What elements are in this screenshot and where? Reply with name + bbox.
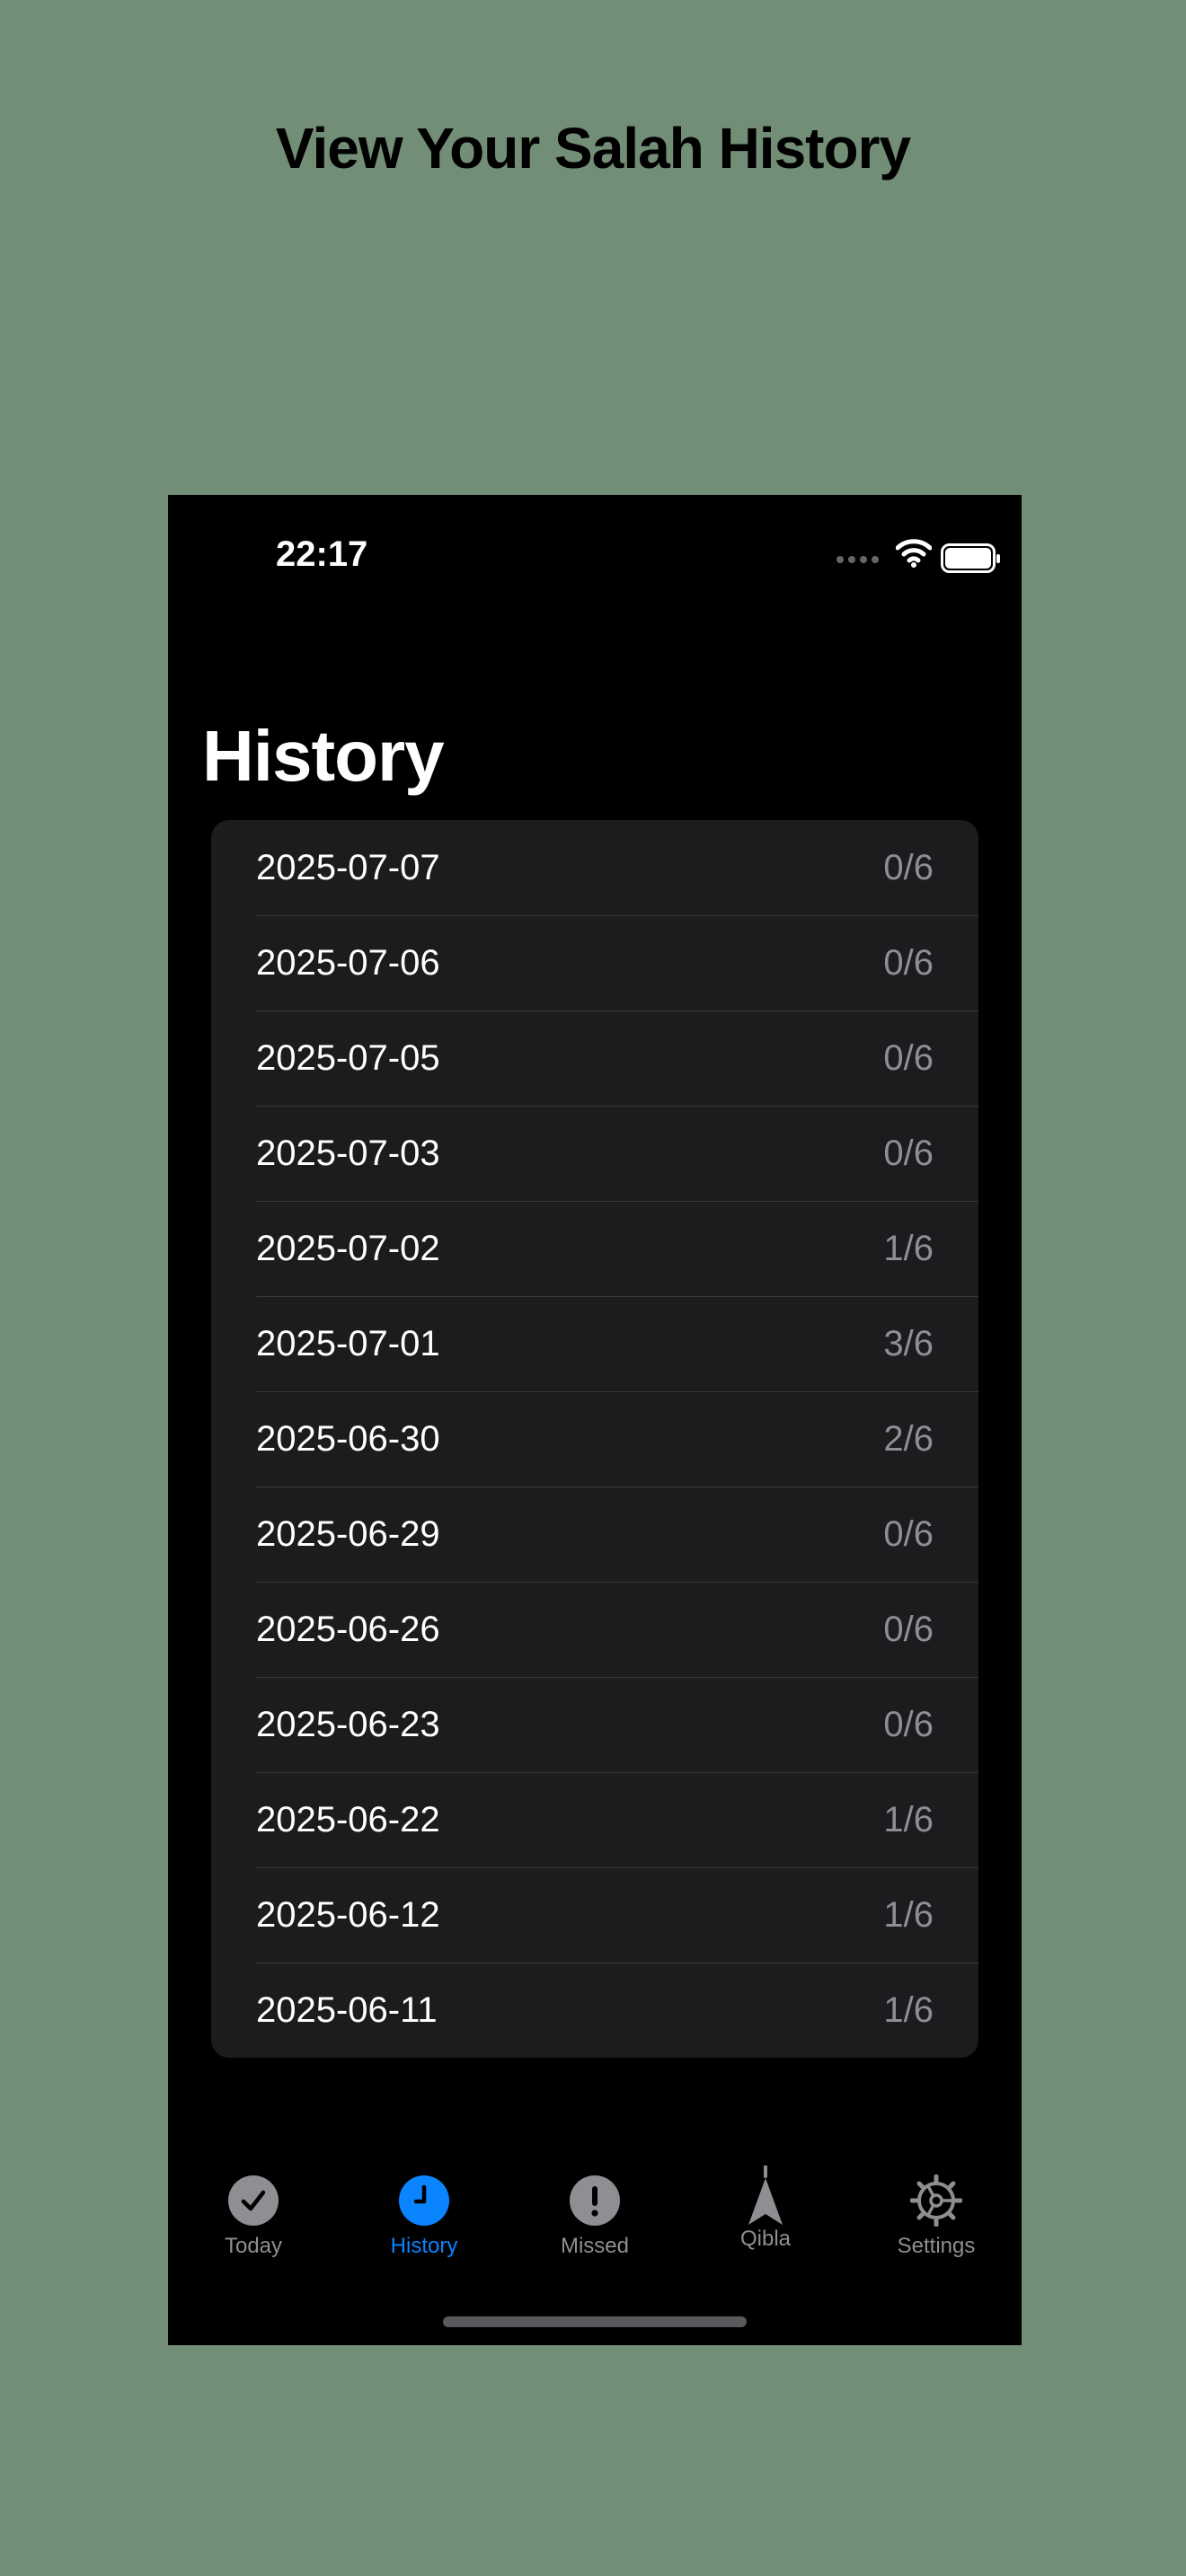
clock-icon — [399, 2175, 449, 2226]
tab-qibla[interactable]: Qibla — [680, 2166, 851, 2273]
history-count: 3/6 — [883, 1323, 934, 1363]
status-time: 22:17 — [276, 534, 368, 574]
history-date: 2025-07-07 — [256, 847, 440, 887]
phone-screen: 22:17 History 2025-07-07 0/6 2025-07-06 0/… — [168, 495, 1022, 2345]
history-count: 0/6 — [883, 1609, 934, 1649]
history-date: 2025-06-22 — [256, 1799, 440, 1839]
checkmark-circle-icon — [228, 2175, 279, 2226]
tab-history[interactable]: History — [339, 2166, 509, 2273]
history-list: 2025-07-07 0/6 2025-07-06 0/6 2025-07-05 0/… — [211, 820, 978, 2058]
tab-today[interactable]: Today — [168, 2166, 339, 2273]
history-row[interactable]: 2025-06-23 0/6 — [211, 1677, 978, 1772]
battery-icon — [941, 543, 1000, 573]
history-count: 0/6 — [883, 942, 934, 983]
history-row[interactable]: 2025-07-06 0/6 — [211, 915, 978, 1010]
wifi-icon — [896, 539, 932, 568]
history-date: 2025-06-30 — [256, 1418, 440, 1459]
history-row[interactable]: 2025-07-07 0/6 — [211, 820, 978, 915]
history-date: 2025-07-05 — [256, 1037, 440, 1078]
tab-label: Today — [224, 2234, 283, 2258]
history-row[interactable]: 2025-06-30 2/6 — [211, 1391, 978, 1486]
history-count: 0/6 — [883, 847, 934, 887]
tab-label: History — [390, 2234, 458, 2258]
history-date: 2025-07-06 — [256, 942, 440, 983]
history-row[interactable]: 2025-07-01 3/6 — [211, 1296, 978, 1391]
history-date: 2025-06-23 — [256, 1704, 440, 1744]
history-count: 0/6 — [883, 1513, 934, 1554]
history-count: 1/6 — [883, 1228, 934, 1268]
history-count: 1/6 — [883, 1894, 934, 1935]
history-count: 2/6 — [883, 1418, 934, 1459]
history-date: 2025-07-01 — [256, 1323, 440, 1363]
history-row[interactable]: 2025-07-03 0/6 — [211, 1106, 978, 1201]
tab-bar: Today History Missed Qibla Settings — [168, 2166, 1022, 2273]
history-date: 2025-06-11 — [256, 1989, 438, 2030]
home-indicator[interactable] — [443, 2316, 747, 2327]
history-date: 2025-07-02 — [256, 1228, 440, 1268]
gear-icon — [910, 2175, 962, 2227]
history-count: 1/6 — [883, 1989, 934, 2030]
tab-label: Qibla — [739, 2227, 792, 2251]
history-date: 2025-07-03 — [256, 1133, 440, 1173]
history-row[interactable]: 2025-06-12 1/6 — [211, 1867, 978, 1963]
history-row[interactable]: 2025-06-11 1/6 — [211, 1963, 978, 2058]
exclamation-circle-icon — [570, 2175, 620, 2226]
tab-label: Settings — [897, 2234, 976, 2258]
history-row[interactable]: 2025-07-02 1/6 — [211, 1201, 978, 1296]
history-count: 1/6 — [883, 1799, 934, 1839]
tab-label: Missed — [560, 2234, 630, 2258]
history-date: 2025-06-29 — [256, 1513, 440, 1554]
compass-arrow-icon — [748, 2166, 783, 2225]
history-count: 0/6 — [883, 1037, 934, 1078]
history-count: 0/6 — [883, 1704, 934, 1744]
history-row[interactable]: 2025-06-22 1/6 — [211, 1772, 978, 1867]
history-row[interactable]: 2025-07-05 0/6 — [211, 1010, 978, 1106]
history-date: 2025-06-12 — [256, 1894, 440, 1935]
cellular-signal-icon — [836, 556, 880, 563]
tab-missed[interactable]: Missed — [509, 2166, 680, 2273]
history-row[interactable]: 2025-06-26 0/6 — [211, 1582, 978, 1677]
history-row[interactable]: 2025-06-29 0/6 — [211, 1486, 978, 1582]
page-title: History — [202, 716, 445, 796]
tab-settings[interactable]: Settings — [851, 2166, 1022, 2273]
history-count: 0/6 — [883, 1133, 934, 1173]
history-date: 2025-06-26 — [256, 1609, 440, 1649]
marketing-headline: View Your Salah History — [275, 116, 911, 181]
